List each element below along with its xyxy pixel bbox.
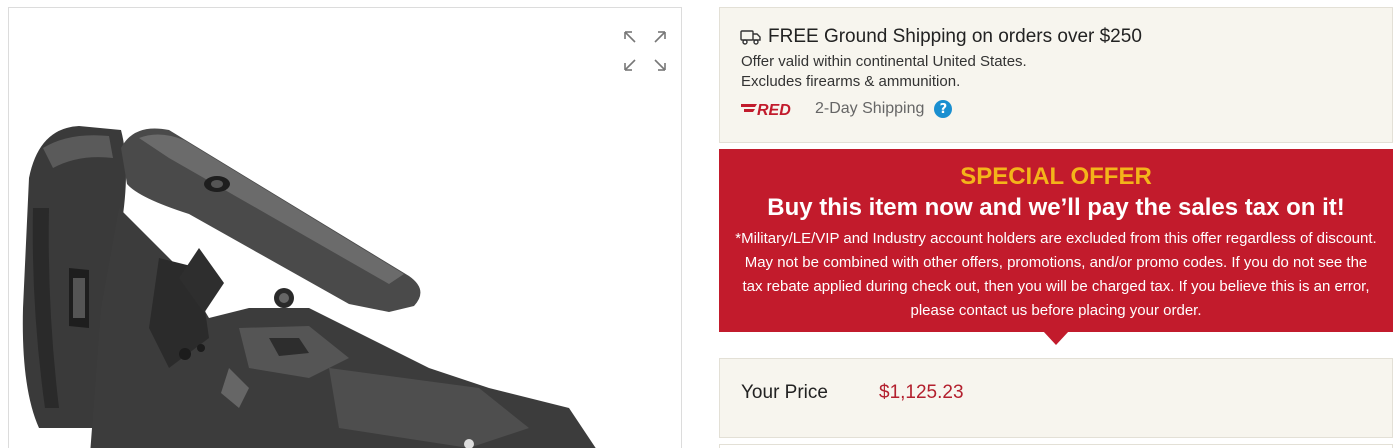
red-logo: RED: [741, 100, 809, 118]
special-offer-subheading: Buy this item now and we’ll pay the sale…: [767, 194, 1345, 221]
product-image-panel: [8, 7, 682, 448]
price-value: $1,125.23: [879, 382, 964, 403]
shipping-exclusion-note: Excludes firearms & ammunition.: [741, 73, 961, 90]
next-section-box: [719, 444, 1393, 448]
special-offer-banner: SPECIAL OFFER Buy this item now and we’l…: [719, 149, 1393, 332]
shipping-title: FREE Ground Shipping on orders over $250: [768, 26, 1142, 47]
shipping-title-row: FREE Ground Shipping on orders over $250: [740, 26, 1142, 48]
special-offer-heading: SPECIAL OFFER: [960, 163, 1152, 190]
special-offer-pointer: [1043, 331, 1069, 345]
product-image[interactable]: [9, 8, 682, 448]
special-offer-terms: *Military/LE/VIP and Industry account ho…: [735, 230, 1377, 319]
help-icon[interactable]: ?: [934, 100, 953, 118]
red-shipping-label: 2-Day Shipping: [815, 100, 925, 117]
expand-arrows-icon: [624, 31, 666, 71]
shipping-info-box: FREE Ground Shipping on orders over $250…: [719, 7, 1393, 143]
expand-image-button[interactable]: [621, 28, 669, 74]
shipping-region-note: Offer valid within continental United St…: [741, 53, 1027, 70]
truck-icon: [740, 29, 762, 45]
red-shipping-row: RED 2-Day Shipping ?: [741, 100, 953, 118]
red-logo-text: RED: [757, 102, 791, 118]
price-box: Your Price $1,125.23: [719, 358, 1393, 438]
price-label: Your Price: [741, 382, 828, 403]
